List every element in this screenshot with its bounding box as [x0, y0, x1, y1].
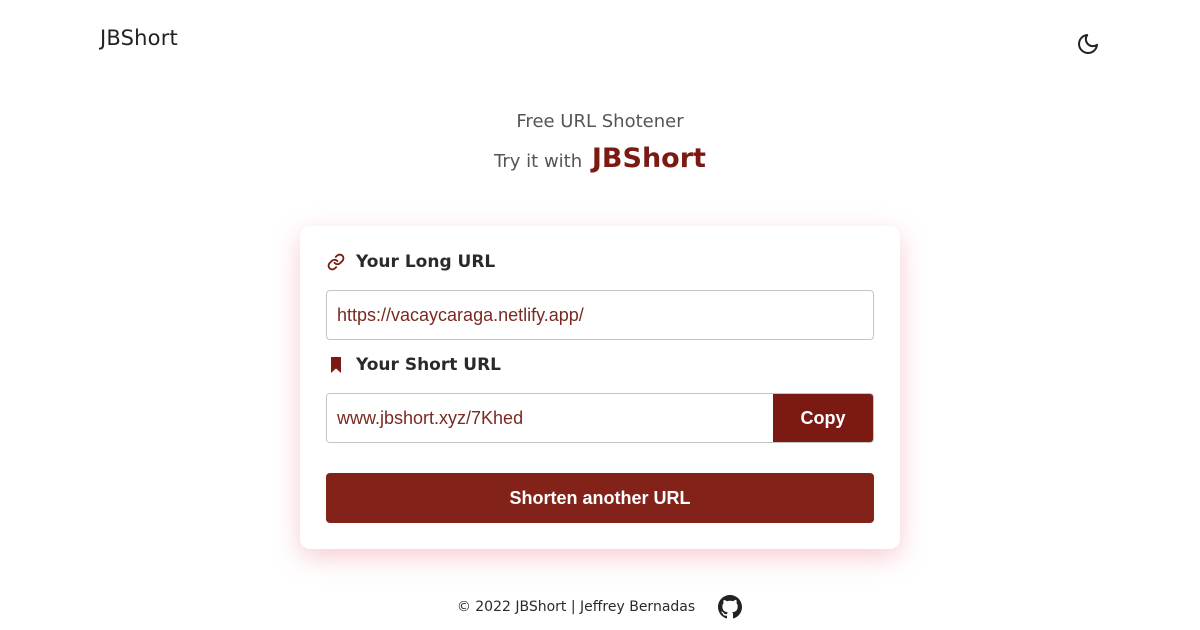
- github-icon: [718, 595, 743, 619]
- theme-toggle-button[interactable]: [1074, 30, 1102, 58]
- short-url-label-text: Your Short URL: [356, 355, 502, 375]
- copy-button[interactable]: Copy: [773, 394, 873, 442]
- brand-logo[interactable]: JBShort: [100, 26, 178, 50]
- moon-icon: [1078, 34, 1098, 54]
- long-url-input[interactable]: [326, 290, 874, 340]
- shorten-another-button[interactable]: Shorten another URL: [326, 473, 874, 523]
- bookmark-icon: [327, 356, 345, 374]
- short-url-label: Your Short URL: [327, 355, 501, 375]
- footer: © 2022 JBShort | Jeffrey Bernadas: [0, 594, 1200, 620]
- long-url-label-text: Your Long URL: [356, 252, 496, 272]
- short-url-group: Copy: [326, 393, 874, 443]
- long-url-label: Your Long URL: [327, 252, 495, 272]
- hero-tagline: Try it with JBShort: [0, 143, 1200, 174]
- tagline-brand: JBShort: [591, 143, 706, 174]
- shortener-card: Your Long URL Your Short URL Copy Shorte…: [300, 226, 900, 549]
- footer-text: © 2022 JBShort | Jeffrey Bernadas: [456, 599, 696, 615]
- link-icon: [327, 253, 345, 271]
- short-url-input[interactable]: [327, 394, 773, 442]
- hero-subtitle: Free URL Shotener: [516, 111, 684, 132]
- tagline-prefix: Try it with: [494, 151, 583, 172]
- github-link[interactable]: [717, 594, 743, 620]
